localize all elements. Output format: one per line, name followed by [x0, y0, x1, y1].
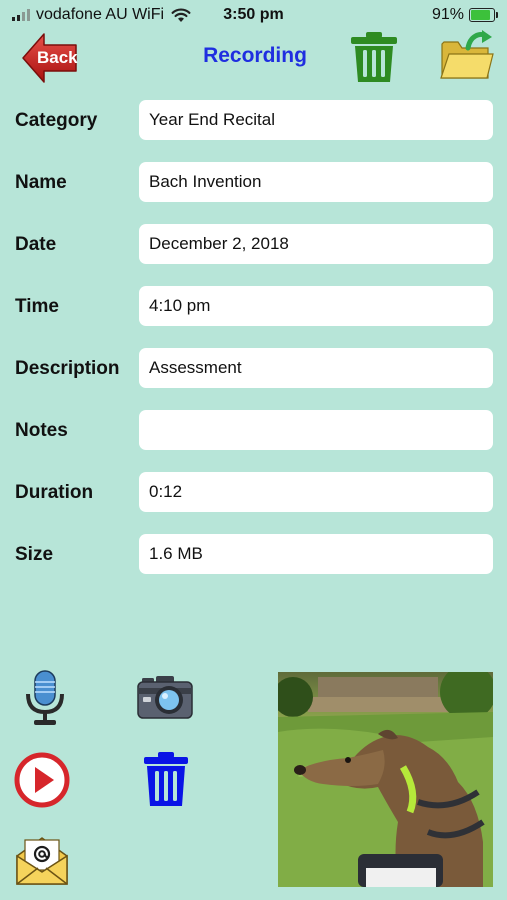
- record-button[interactable]: [24, 668, 66, 728]
- notes-label: Notes: [15, 420, 68, 441]
- email-button[interactable]: [14, 832, 70, 888]
- email-icon: [16, 837, 68, 885]
- battery-percent: 91%: [431, 6, 464, 23]
- dog-photo-image: [278, 672, 493, 887]
- back-label: Back: [37, 48, 78, 67]
- back-button[interactable]: Back: [20, 30, 80, 86]
- page-title: Recording: [203, 44, 307, 67]
- notes-field[interactable]: [139, 410, 493, 450]
- date-label: Date: [15, 234, 57, 255]
- battery-fill: [471, 10, 490, 20]
- description-field[interactable]: [139, 348, 493, 388]
- play-icon: [14, 752, 70, 808]
- trash-icon: [144, 752, 188, 806]
- play-button[interactable]: [14, 752, 70, 808]
- nav-header: Back Recording: [0, 28, 507, 88]
- photo-thumbnail[interactable]: [278, 672, 493, 887]
- date-field[interactable]: [139, 224, 493, 264]
- battery-status: 91%: [431, 6, 498, 24]
- size-field[interactable]: [139, 534, 493, 574]
- notes-row: Notes: [0, 410, 507, 450]
- description-label: Description: [15, 358, 120, 379]
- trash-icon: [351, 32, 397, 82]
- name-row: Name: [0, 162, 507, 202]
- delete-recording-button[interactable]: [348, 30, 400, 84]
- camera-button[interactable]: [136, 674, 194, 722]
- camera-icon: [137, 676, 193, 719]
- microphone-icon: [26, 670, 64, 725]
- folder-open-icon: [440, 30, 494, 79]
- duration-label: Duration: [15, 482, 94, 503]
- date-row: Date: [0, 224, 507, 264]
- name-label: Name: [15, 172, 67, 193]
- duration-row: Duration: [0, 472, 507, 512]
- status-bar: vodafone AU WiFi 3:50 pm 91%: [0, 0, 507, 30]
- category-field[interactable]: [139, 100, 493, 140]
- battery-icon: [469, 8, 498, 22]
- size-row: Size: [0, 534, 507, 574]
- time-row: Time: [0, 286, 507, 326]
- open-folder-button[interactable]: [438, 28, 494, 84]
- name-field[interactable]: [139, 162, 493, 202]
- description-row: Description: [0, 348, 507, 388]
- time-label: Time: [15, 296, 60, 317]
- size-label: Size: [15, 544, 54, 565]
- category-row: Category: [0, 100, 507, 140]
- status-time: 3:50 pm: [223, 6, 284, 23]
- category-label: Category: [15, 110, 98, 131]
- time-field[interactable]: [139, 286, 493, 326]
- duration-field[interactable]: [139, 472, 493, 512]
- delete-media-button[interactable]: [142, 750, 190, 808]
